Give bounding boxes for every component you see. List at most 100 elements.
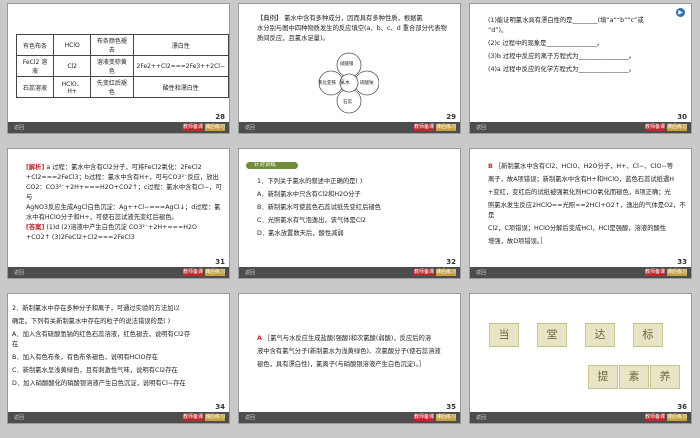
footer-tag-gold[interactable]: 课后练习 bbox=[436, 269, 456, 276]
option-line: A．加入含有硫酸氢钠的红色石蕊溶液，红色褪去，说明有Cl2存 bbox=[12, 331, 191, 338]
question-line: 1．下列关于氯水的叙述中正确的是( ) bbox=[257, 178, 363, 185]
back-button[interactable]: 返回 bbox=[476, 414, 486, 421]
footer-tag-red[interactable]: 教师备课 bbox=[414, 414, 434, 421]
back-button[interactable]: 返回 bbox=[476, 124, 486, 131]
subtitle-char-tile[interactable]: 养 bbox=[650, 365, 680, 389]
table-cell: 溶液变棕黄色 bbox=[90, 55, 134, 77]
table-header: 有色布条 bbox=[16, 34, 54, 56]
text-line: CO2：CO3²⁻+2H+===H2O+CO2↑；c过程：氯水中含有Cl−，可与 bbox=[26, 184, 222, 201]
slide-thumbnail-34[interactable]: 2．新制氯水中存在多种分子和离子，可通过实验的方法加以 确定。下列有关新制氯水中… bbox=[7, 293, 230, 424]
title-char-tile[interactable]: 达 bbox=[585, 323, 615, 347]
slide-thumbnail-31[interactable]: [解析] a 过程：氯水中含有Cl2分子，可将FeCl2氧化：2FeCl2 +C… bbox=[7, 148, 230, 279]
diagram-node-label: 硝酸银 bbox=[340, 62, 354, 67]
comparison-table: 有色布条 HClO 布条颜色褪去 漂白性 FeCl2 溶液 Cl2 溶液变棕黄色… bbox=[16, 34, 229, 98]
slide-thumbnail-35[interactable]: A ［氯气与水反应生成盐酸(强酸)和次氯酸(弱酸)，反应后的溶 液中含有氯气分子… bbox=[238, 293, 461, 424]
diagram-node-label: 石蕊 bbox=[343, 100, 352, 105]
title-char-tile[interactable]: 堂 bbox=[537, 323, 567, 347]
answer-label: B bbox=[488, 163, 493, 170]
table-cell: 先变红后褪色 bbox=[90, 76, 134, 98]
text-line: 离子，故A项错误；新制氯水中含有H+和HClO，蓝色石蕊试纸遇H bbox=[488, 176, 675, 183]
option-line: A．新制氯水中只含有Cl2和H2O分子 bbox=[257, 191, 361, 198]
text-line: +变红，变红后的试纸被强氧化剂HClO氧化而褪色，B项正确；光 bbox=[488, 189, 671, 196]
text-line: 褪色，具有漂白性)，氯离子(与硝酸银溶液产生白色沉淀)。］ bbox=[257, 361, 425, 368]
footer-tag-red[interactable]: 教师备课 bbox=[183, 414, 203, 421]
text-line: (4)a 过程中反应的化学方程式为________________。 bbox=[488, 66, 636, 73]
slide-thumbnail-29[interactable]: 【典例】 氯水中含有多种成分，因而具有多种性质，根据氯 水分别与图中四种物质发生… bbox=[238, 3, 461, 134]
footer-tag-red[interactable]: 教师备课 bbox=[645, 269, 665, 276]
footer-tag-gold[interactable]: 课后练习 bbox=[205, 124, 225, 131]
slide-number: 31 bbox=[215, 258, 225, 266]
slide-number: 35 bbox=[446, 403, 456, 411]
table-cell: FeCl2 溶液 bbox=[16, 55, 54, 77]
option-line: C．光照氯水有气泡逸出，该气体是Cl2 bbox=[257, 217, 367, 224]
subtitle-char-tile[interactable]: 提 bbox=[588, 365, 618, 389]
table-cell: HClO、H+ bbox=[52, 76, 92, 98]
question-line: 2．新制氯水中存在多种分子和离子，可通过实验的方法加以 bbox=[12, 305, 180, 312]
footer-tag-red[interactable]: 教师备课 bbox=[183, 269, 203, 276]
slide-footer-bar: 返回 教师备课 课后练习 bbox=[470, 267, 691, 278]
table-cell: 石蕊溶液 bbox=[16, 76, 54, 98]
back-button[interactable]: 返回 bbox=[245, 124, 255, 131]
footer-tag-gold[interactable]: 课后练习 bbox=[667, 269, 687, 276]
text-line: AgNO3反应生成AgCl白色沉淀：Ag++Cl−===AgCl↓；d过程：氯 bbox=[26, 204, 221, 211]
footer-tag-red[interactable]: 教师备课 bbox=[414, 269, 434, 276]
option-line: D．加入硝酸酸化的硝酸银溶液产生白色沉淀，说明有Cl−存在 bbox=[12, 380, 186, 387]
slide-footer-bar: 返回 教师备课 课后练习 bbox=[8, 122, 229, 133]
back-button[interactable]: 返回 bbox=[14, 124, 24, 131]
diagram-node-label: 氯化亚铁 bbox=[318, 81, 336, 86]
table-header: HClO bbox=[52, 34, 92, 56]
slide-thumbnail-36[interactable]: 当 堂 达 标 提 素 养 36 返回 教师备课 课后练习 bbox=[469, 293, 692, 424]
text-line: 液中含有氯气分子(新制氯水为浅黄绿色)、次氯酸分子(使石蕊溶液 bbox=[257, 348, 441, 355]
footer-tag-gold[interactable]: 课后练习 bbox=[436, 414, 456, 421]
footer-tag-red[interactable]: 教师备课 bbox=[414, 124, 434, 131]
slide-thumbnail-28[interactable]: 有色布条 HClO 布条颜色褪去 漂白性 FeCl2 溶液 Cl2 溶液变棕黄色… bbox=[7, 3, 230, 134]
slide-number: 34 bbox=[215, 403, 225, 411]
slide-number: 30 bbox=[677, 113, 687, 121]
option-line: D．氯水放置数天后，酸性减弱 bbox=[257, 230, 344, 237]
text-line: +Cl2===2FeCl3；b过程：氯水中含有H+，可与CO3²⁻反应，放出 bbox=[26, 174, 219, 181]
back-button[interactable]: 返回 bbox=[245, 414, 255, 421]
section-band: 针对训练 bbox=[246, 162, 298, 169]
back-button[interactable]: 返回 bbox=[14, 269, 24, 276]
slide-thumbnail-33[interactable]: B ［新制氯水中含有Cl2、HClO、H2O分子，H+、Cl−、ClO−等 离子… bbox=[469, 148, 692, 279]
text-line: a 过程：氯水中含有Cl2分子，可将FeCl2氧化：2FeCl2 bbox=[46, 164, 202, 171]
footer-tag-gold[interactable]: 课后练习 bbox=[205, 269, 225, 276]
slide-number: 29 bbox=[446, 113, 456, 121]
slide-text-block: A ［氯气与水反应生成盐酸(强酸)和次氯酸(弱酸)，反应后的溶 液中含有氯气分子… bbox=[257, 334, 457, 370]
text-line: 质间反应，且氯水足量)。 bbox=[257, 35, 329, 42]
table-cell: Cl2 bbox=[52, 55, 92, 77]
footer-tag-red[interactable]: 教师备课 bbox=[645, 414, 665, 421]
footer-tag-gold[interactable]: 课后练习 bbox=[667, 414, 687, 421]
slide-text-block: 【典例】 氯水中含有多种成分，因而具有多种性质，根据氯 水分别与图中四种物质发生… bbox=[257, 14, 452, 44]
option-line: 在 bbox=[12, 341, 19, 348]
footer-tag-gold[interactable]: 课后练习 bbox=[436, 124, 456, 131]
slide-footer-bar: 返回 教师备课 课后练习 bbox=[239, 412, 460, 423]
back-button[interactable]: 返回 bbox=[14, 414, 24, 421]
answer-label: [答案] bbox=[26, 224, 45, 231]
slide-text-block: [解析] a 过程：氯水中含有Cl2分子，可将FeCl2氧化：2FeCl2 +C… bbox=[26, 163, 226, 243]
footer-tag-red[interactable]: 教师备课 bbox=[645, 124, 665, 131]
slide-thumbnail-30[interactable]: ▶ (1)能证明氯水具有漂白性的是________(填“a”“b”“c”或 “d… bbox=[469, 3, 692, 134]
slide-text-block: 2．新制氯水中存在多种分子和离子，可通过实验的方法加以 确定。下列有关新制氯水中… bbox=[12, 304, 226, 389]
table-header: 漂白性 bbox=[132, 34, 229, 56]
title-char-tile[interactable]: 当 bbox=[489, 323, 519, 347]
slide-number: 36 bbox=[677, 403, 687, 411]
slide-thumbnail-32[interactable]: 针对训练 1．下列关于氯水的叙述中正确的是( ) A．新制氯水中只含有Cl2和H… bbox=[238, 148, 461, 279]
option-line: C．新制氯水呈浅黄绿色，且有刺激性气味，说明有Cl2存在 bbox=[12, 367, 178, 374]
answer-label: A bbox=[257, 335, 262, 342]
footer-tag-gold[interactable]: 课后练习 bbox=[667, 124, 687, 131]
back-button[interactable]: 返回 bbox=[476, 269, 486, 276]
slide-footer-bar: 返回 教师备课 课后练习 bbox=[239, 122, 460, 133]
subtitle-char-tile[interactable]: 素 bbox=[619, 365, 649, 389]
slide-number: 32 bbox=[446, 258, 456, 266]
slide-text-block: 1．下列关于氯水的叙述中正确的是( ) A．新制氯水中只含有Cl2和H2O分子 … bbox=[257, 177, 457, 239]
text-line: ［氯气与水反应生成盐酸(强酸)和次氯酸(弱酸)，反应后的溶 bbox=[263, 335, 432, 342]
table-header: 布条颜色褪去 bbox=[90, 34, 134, 56]
footer-tag-gold[interactable]: 课后练习 bbox=[205, 414, 225, 421]
back-button[interactable]: 返回 bbox=[245, 269, 255, 276]
footer-tag-red[interactable]: 教师备课 bbox=[183, 124, 203, 131]
text-line: “d”)。 bbox=[488, 27, 508, 34]
title-char-tile[interactable]: 标 bbox=[633, 323, 663, 347]
text-line: Cl2，C项错误；HClO分解后变成HCl，HCl是强酸，溶液的酸性 bbox=[488, 225, 667, 232]
slide-footer-bar: 返回 教师备课 课后练习 bbox=[239, 267, 460, 278]
